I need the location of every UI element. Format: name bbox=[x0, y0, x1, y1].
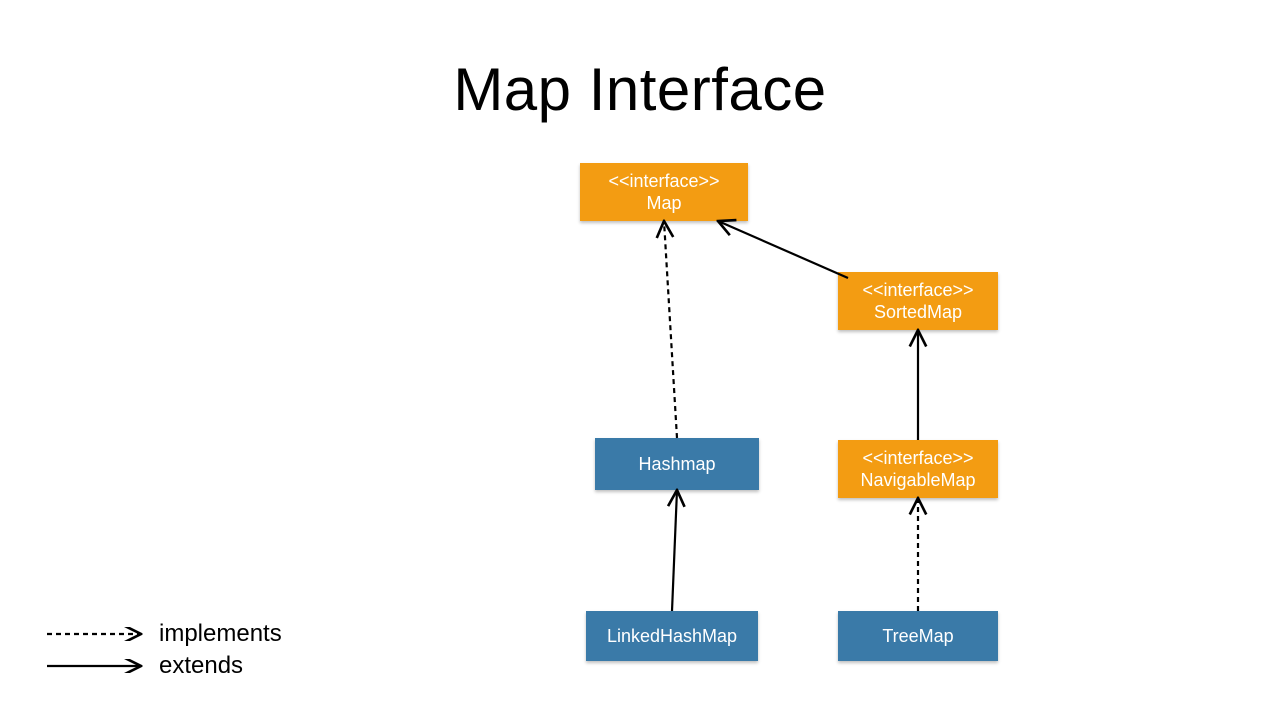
node-label: NavigableMap bbox=[860, 469, 975, 492]
stereotype-label: <<interface>> bbox=[862, 279, 973, 302]
node-linkedhashmap-class: LinkedHashMap bbox=[586, 611, 758, 661]
diagram-title: Map Interface bbox=[0, 55, 1280, 124]
node-label: LinkedHashMap bbox=[607, 625, 737, 648]
node-map-interface: <<interface>> Map bbox=[580, 163, 748, 221]
dashed-arrow-icon bbox=[45, 627, 145, 641]
node-label: Map bbox=[646, 192, 681, 215]
node-label: Hashmap bbox=[638, 453, 715, 476]
node-label: TreeMap bbox=[882, 625, 953, 648]
stereotype-label: <<interface>> bbox=[862, 447, 973, 470]
node-navigablemap-interface: <<interface>> NavigableMap bbox=[838, 440, 998, 498]
node-hashmap-class: Hashmap bbox=[595, 438, 759, 490]
node-treemap-class: TreeMap bbox=[838, 611, 998, 661]
legend-implements: implements bbox=[45, 620, 282, 648]
legend: implements extends bbox=[45, 616, 282, 680]
solid-arrow-icon bbox=[45, 659, 145, 673]
node-sortedmap-interface: <<interface>> SortedMap bbox=[838, 272, 998, 330]
legend-label: implements bbox=[159, 620, 282, 648]
edge-hashmap-to-map bbox=[664, 221, 677, 438]
stereotype-label: <<interface>> bbox=[608, 170, 719, 193]
legend-extends: extends bbox=[45, 652, 282, 680]
edge-linkedhashmap-to-hashmap bbox=[672, 490, 677, 611]
node-label: SortedMap bbox=[874, 301, 962, 324]
legend-label: extends bbox=[159, 652, 243, 680]
edge-sortedmap-to-map bbox=[718, 221, 848, 278]
